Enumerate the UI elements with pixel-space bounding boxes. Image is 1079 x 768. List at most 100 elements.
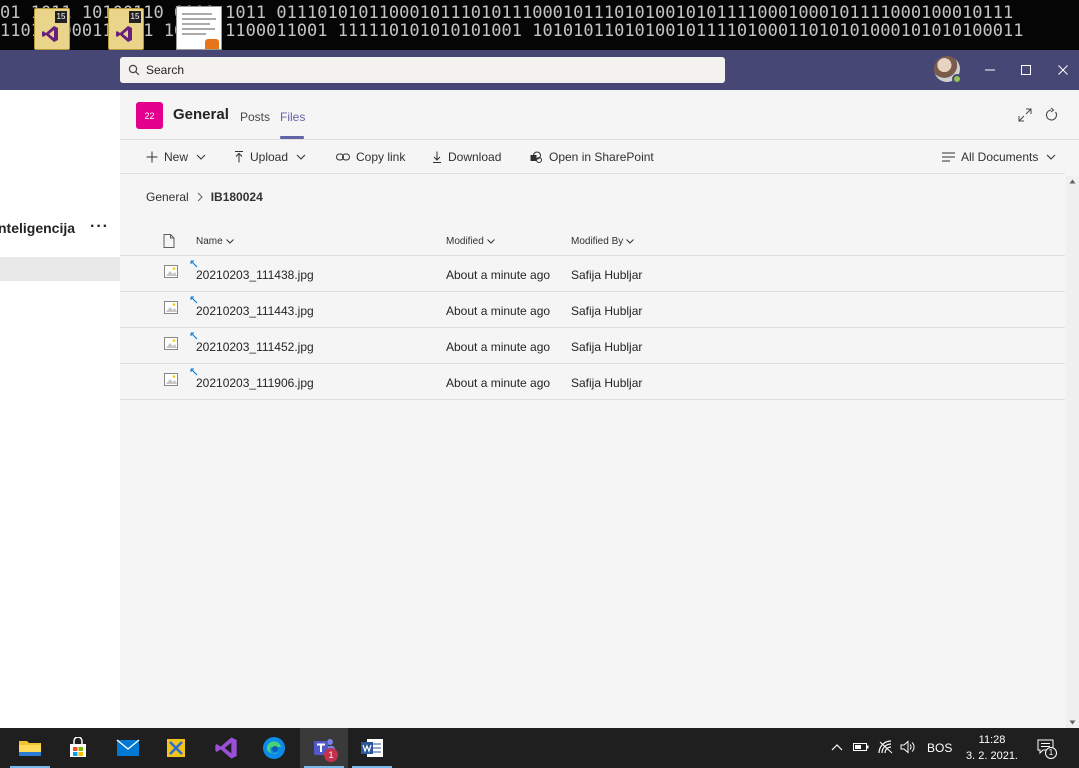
user-avatar[interactable] — [934, 56, 962, 84]
copy-link-button[interactable]: Copy link — [336, 150, 405, 164]
binary-wallpaper: 01 1011 10100110 0101 1011 0111010101100… — [0, 4, 1079, 40]
plus-icon — [146, 151, 158, 163]
close-button[interactable] — [1053, 60, 1073, 80]
teams-notification-badge: 1 — [324, 748, 338, 762]
view-selector[interactable]: All Documents — [942, 150, 1056, 164]
active-tab-indicator — [280, 136, 304, 139]
team-name[interactable]: nteligencija — [0, 220, 75, 236]
input-language[interactable]: BOS — [927, 728, 952, 768]
binary-row-1: 01 1011 10100110 0101 1011 0111010101100… — [0, 3, 1014, 23]
file-modified-by: Safija Hubljar — [571, 340, 643, 354]
file-name[interactable]: 20210203_111438.jpg — [196, 268, 314, 282]
taskbar-mail[interactable] — [104, 728, 152, 768]
channel-title: General — [173, 106, 229, 123]
scroll-down-icon[interactable] — [1069, 720, 1076, 725]
visual-studio-icon — [42, 26, 58, 42]
image-file-icon — [164, 337, 178, 350]
file-modified: About a minute ago — [446, 340, 551, 354]
open-in-sharepoint-label: Open in SharePoint — [549, 150, 654, 164]
folder-icon — [19, 741, 41, 756]
new-button[interactable]: New — [146, 150, 206, 164]
file-modified-by: Safija Hubljar — [571, 304, 643, 318]
file-modified: About a minute ago — [446, 304, 551, 318]
document-thumbnail-icon[interactable] — [176, 6, 222, 50]
wifi-icon[interactable] — [878, 740, 894, 754]
snip-icon — [167, 739, 185, 757]
selected-channel-item[interactable] — [0, 257, 120, 281]
copy-link-label: Copy link — [356, 150, 406, 164]
taskbar-snipping-tool[interactable] — [152, 728, 200, 768]
download-label: Download — [448, 150, 502, 164]
taskbar-visual-studio[interactable] — [202, 728, 250, 768]
tab-files[interactable]: Files — [280, 110, 305, 124]
image-file-icon — [164, 265, 178, 278]
vertical-scrollbar[interactable] — [1066, 176, 1079, 728]
vs-version-badge: 15 — [55, 11, 67, 23]
new-file-indicator-icon — [190, 260, 198, 268]
system-clock[interactable]: 11:28 3. 2. 2021. — [962, 732, 1022, 764]
clock-time: 11:28 — [978, 734, 1006, 746]
chevron-down-icon — [196, 154, 206, 160]
volume-icon[interactable] — [900, 740, 916, 754]
upload-label: Upload — [250, 150, 289, 164]
open-in-sharepoint-button[interactable]: Open in SharePoint — [530, 150, 654, 164]
minimize-button[interactable] — [980, 60, 1000, 80]
file-name[interactable]: 20210203_111443.jpg — [196, 304, 314, 318]
expand-icon[interactable] — [1017, 107, 1033, 123]
tab-posts[interactable]: Posts — [240, 110, 270, 124]
windows-taskbar: 1 BOS 11:28 3. 2. 2021. 1 — [0, 728, 1079, 768]
vs-solution-file-icon[interactable]: 15 — [34, 8, 70, 50]
table-row[interactable]: 20210203_111443.jpg About a minute ago S… — [120, 292, 1065, 328]
files-table: Name Modified Modified By 20210203_11143… — [120, 225, 1065, 400]
taskbar-file-explorer[interactable] — [6, 728, 54, 768]
search-input[interactable]: Search — [120, 57, 725, 83]
column-header-name[interactable]: Name — [196, 236, 234, 247]
vs-solution-file-icon-2[interactable]: 15 — [108, 8, 144, 50]
chevron-down-icon — [486, 239, 495, 244]
more-options-icon[interactable]: ··· — [90, 218, 109, 236]
download-button[interactable]: Download — [432, 150, 501, 164]
taskbar-teams[interactable]: 1 — [300, 728, 348, 768]
battery-icon[interactable] — [853, 741, 869, 753]
close-icon — [1058, 65, 1068, 75]
column-header-modified[interactable]: Modified — [446, 236, 495, 247]
visual-studio-icon — [116, 26, 132, 42]
maximize-button[interactable] — [1016, 60, 1036, 80]
edge-icon — [263, 737, 285, 759]
file-name[interactable]: 20210203_111906.jpg — [196, 376, 314, 390]
view-label: All Documents — [961, 150, 1039, 164]
table-row[interactable]: 20210203_111452.jpg About a minute ago S… — [120, 328, 1065, 364]
file-modified-by: Safija Hubljar — [571, 376, 643, 390]
image-file-icon — [164, 373, 178, 386]
visual-studio-icon — [215, 737, 237, 759]
refresh-icon[interactable] — [1043, 107, 1059, 123]
image-file-icon — [164, 301, 178, 314]
show-hidden-icons-icon[interactable] — [831, 743, 843, 751]
new-label: New — [164, 150, 189, 164]
chevron-down-icon — [626, 239, 635, 244]
upload-button[interactable]: Upload — [234, 150, 306, 164]
notification-count-badge: 1 — [1045, 747, 1057, 759]
file-modified-by: Safija Hubljar — [571, 268, 643, 282]
table-row[interactable]: 20210203_111438.jpg About a minute ago S… — [120, 256, 1065, 292]
taskbar-edge[interactable] — [250, 728, 298, 768]
upload-icon — [235, 151, 243, 163]
channel-content: 22 General Posts Files New Upload Copy l… — [120, 90, 1079, 728]
column-header-modified-by[interactable]: Modified By — [571, 236, 635, 247]
file-name[interactable]: 20210203_111452.jpg — [196, 340, 314, 354]
binary-row-2: 1101 100011 101 10101 1100011001 1111101… — [0, 21, 1024, 41]
breadcrumb-root[interactable]: General — [146, 190, 189, 204]
scroll-up-icon[interactable] — [1069, 179, 1076, 184]
new-file-indicator-icon — [190, 368, 198, 376]
sharepoint-icon — [530, 151, 542, 163]
chevron-down-icon — [1047, 154, 1056, 160]
table-row[interactable]: 20210203_111906.jpg About a minute ago S… — [120, 364, 1065, 400]
file-type-icon[interactable] — [163, 234, 175, 248]
taskbar-word[interactable] — [348, 728, 396, 768]
action-center-button[interactable]: 1 — [1037, 739, 1057, 759]
teams-title-bar: Search — [0, 50, 1079, 90]
search-placeholder: Search — [146, 63, 185, 77]
taskbar-microsoft-store[interactable] — [54, 728, 102, 768]
table-header: Name Modified Modified By — [120, 225, 1065, 256]
minimize-icon — [985, 69, 995, 71]
